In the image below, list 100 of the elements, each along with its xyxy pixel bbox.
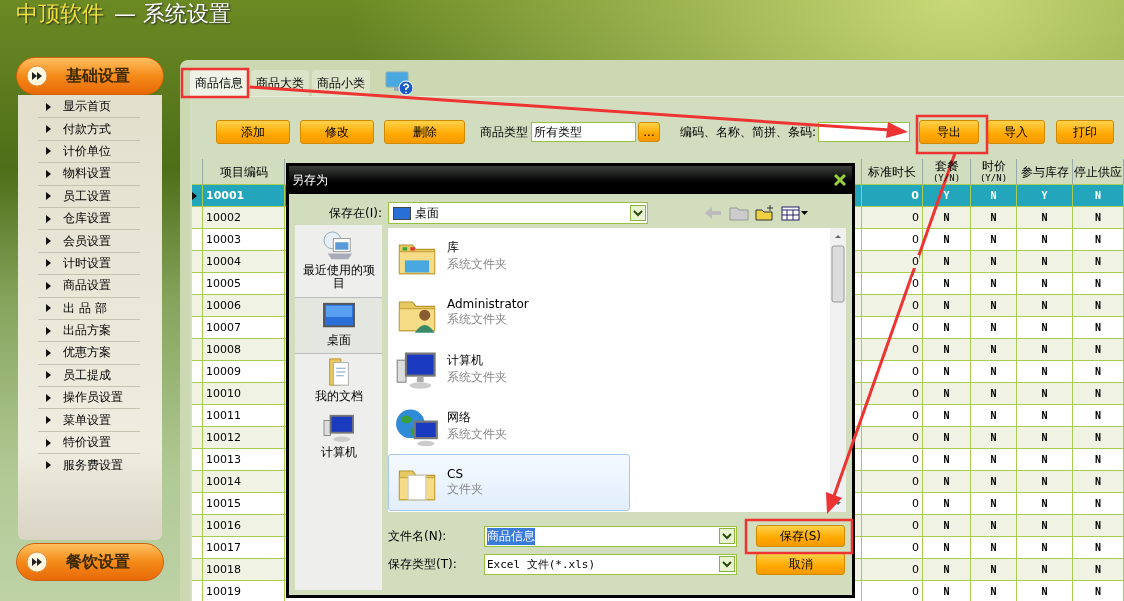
table-cell: 10010 (206, 387, 241, 400)
sidebar-item[interactable]: 操作员设置 (38, 387, 140, 410)
place-item[interactable]: 最近使用的项目 (295, 228, 382, 297)
sidebar-item[interactable]: 显示首页 (38, 96, 140, 119)
place-item[interactable]: 桌面 (295, 297, 382, 354)
back-arrow-icon[interactable] (703, 205, 723, 221)
sidebar-item[interactable]: 商品设置 (38, 275, 140, 298)
table-cell: 0 (912, 277, 919, 290)
file-name-field[interactable]: 商品信息 (484, 525, 737, 547)
sidebar-group-header[interactable]: 餐饮设置 (16, 543, 164, 581)
sidebar-item[interactable]: 出品方案 (38, 319, 140, 343)
table-cell: N (990, 344, 997, 355)
file-item[interactable]: 网络 系统文件夹 (388, 397, 630, 454)
toolbar-button[interactable]: 修改 (300, 120, 374, 144)
table-cell: N (1041, 234, 1048, 245)
file-type-dropdown[interactable]: Excel 文件(*.xls) (484, 553, 737, 575)
table-cell: N (990, 322, 997, 333)
type-field[interactable]: 所有类型 (531, 122, 636, 142)
caret-icon (46, 371, 51, 380)
table-cell: N (990, 432, 997, 443)
up-folder-icon[interactable] (729, 205, 749, 221)
app-brand: 中顶软件 (16, 0, 104, 28)
table-cell: N (943, 498, 950, 509)
sidebar-item[interactable]: 特价设置 (38, 431, 140, 455)
table-cell: N (1095, 476, 1101, 487)
table-cell: N (1041, 278, 1048, 289)
table-cell: 10007 (206, 321, 241, 334)
caret-icon (46, 102, 51, 111)
table-cell: N (1095, 278, 1101, 289)
cancel-button[interactable]: 取消 (756, 553, 845, 575)
sidebar-item[interactable]: 计价单位 (38, 140, 140, 164)
file-name: 库 (447, 239, 460, 257)
sidebar-item[interactable]: 会员设置 (38, 230, 140, 253)
toolbar-button[interactable]: 删除 (384, 120, 465, 144)
caret-icon (46, 125, 51, 134)
table-cell: N (990, 234, 997, 245)
row-selector[interactable] (192, 185, 203, 207)
toolbar-button[interactable]: 添加 (216, 120, 290, 144)
place-item[interactable]: 计算机 (295, 410, 382, 466)
new-folder-icon[interactable] (755, 205, 775, 221)
table-cell: 10005 (206, 277, 241, 290)
table-cell: N (943, 388, 950, 399)
file-item[interactable]: CS 文件夹 (388, 454, 630, 511)
table-cell: N (943, 300, 950, 311)
file-item[interactable]: 库 系统文件夹 (388, 228, 630, 285)
place-item[interactable]: 我的文档 (295, 354, 382, 410)
file-name: CS (447, 466, 464, 481)
help-monitor-icon[interactable] (385, 70, 413, 96)
table-cell: N (990, 388, 997, 399)
row-pointer-icon (192, 191, 197, 200)
caret-icon (46, 438, 51, 447)
toolbar-button[interactable]: 打印 (1056, 120, 1115, 144)
fast-forward-icon (26, 65, 48, 87)
table-cell: N (943, 344, 950, 355)
save-in-dropdown[interactable]: 桌面 (388, 202, 648, 224)
table-cell: N (943, 564, 950, 575)
sidebar-item[interactable]: 员工设置 (38, 185, 140, 208)
sidebar-item[interactable]: 菜单设置 (38, 409, 140, 432)
browse-button[interactable]: ... (638, 122, 660, 142)
save-button[interactable]: 保存(S) (756, 525, 845, 547)
file-item[interactable]: Administrator 系统文件夹 (388, 284, 630, 341)
file-name: 网络 (447, 408, 472, 426)
table-cell: N (943, 542, 950, 553)
view-menu-icon[interactable] (781, 205, 809, 221)
tab[interactable]: 商品信息 (190, 70, 248, 96)
file-name: 计算机 (447, 352, 484, 370)
file-type: 系统文件夹 (447, 311, 508, 329)
toolbar-button[interactable]: 导入 (987, 120, 1046, 144)
caret-icon (46, 326, 51, 335)
sidebar-group-header[interactable]: 基础设置 (16, 57, 164, 95)
sidebar-item[interactable]: 物料设置 (38, 163, 140, 186)
table-cell: 0 (912, 387, 919, 400)
caret-icon (46, 147, 51, 156)
table-cell: N (943, 432, 950, 443)
table-cell: N (1095, 190, 1101, 201)
table-cell: N (1095, 212, 1101, 223)
table-cell: N (990, 476, 997, 487)
dropdown-button[interactable] (719, 528, 735, 544)
save-in-label: 保存在(I): (328, 204, 382, 222)
toolbar-button[interactable]: 导出 (919, 120, 980, 144)
file-type: 系统文件夹 (447, 425, 507, 443)
table-cell: N (1095, 432, 1101, 443)
file-item[interactable]: 计算机 系统文件夹 (388, 341, 630, 398)
sidebar-item[interactable]: 员工提成 (38, 364, 140, 388)
sidebar-item[interactable]: 仓库设置 (38, 207, 140, 231)
desktop-icon (393, 206, 411, 220)
table-cell: N (1041, 322, 1048, 333)
sidebar-item[interactable]: 服务费设置 (38, 454, 140, 477)
sidebar-item[interactable]: 付款方式 (38, 118, 140, 141)
sidebar-item[interactable]: 优惠方案 (38, 342, 140, 365)
caret-icon (46, 259, 51, 268)
table-cell: N (1095, 498, 1101, 509)
sidebar-item[interactable]: 计时设置 (38, 252, 140, 276)
sidebar-item[interactable]: 出 品 部 (38, 297, 140, 320)
dropdown-button[interactable] (719, 556, 735, 572)
table-cell: 0 (912, 585, 919, 598)
table-cell: 10014 (206, 475, 241, 488)
close-icon[interactable] (834, 174, 846, 186)
type-label: 商品类型 (480, 123, 528, 141)
dropdown-button[interactable] (630, 205, 646, 221)
